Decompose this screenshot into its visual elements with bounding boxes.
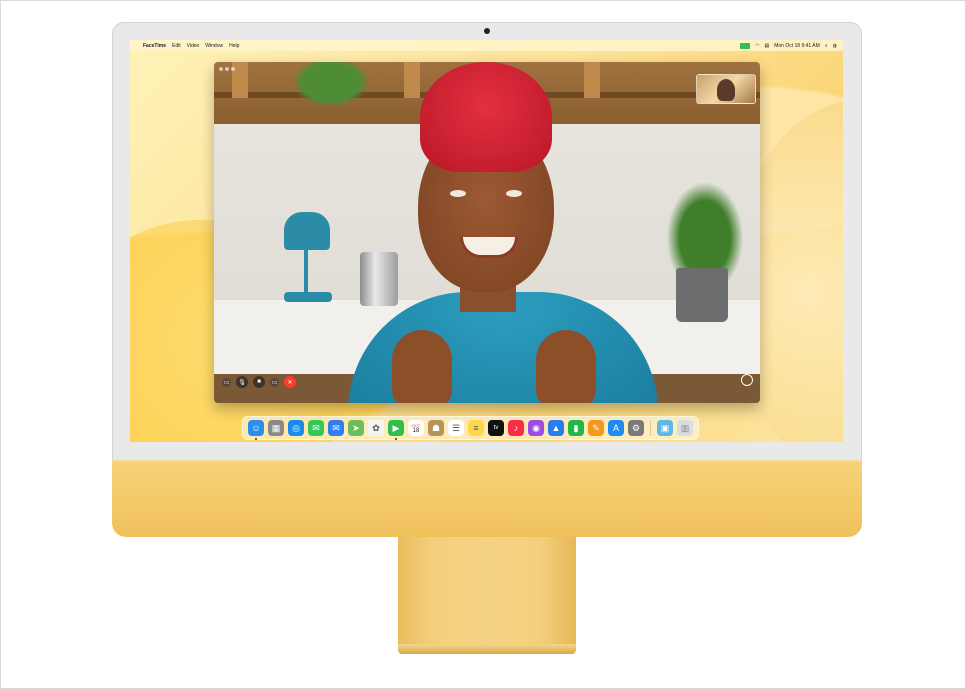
zoom-icon[interactable] bbox=[231, 67, 235, 71]
video-shelf-post bbox=[404, 62, 420, 98]
caller-headwrap bbox=[420, 62, 552, 172]
caller-hand bbox=[536, 330, 596, 403]
mute-button[interactable]: 🎙 bbox=[236, 376, 248, 388]
dock-mail-icon[interactable]: ✉ bbox=[328, 420, 344, 436]
dock-photos-icon[interactable]: ✿ bbox=[368, 420, 384, 436]
running-indicator bbox=[255, 438, 257, 440]
imac-stand-foot bbox=[398, 644, 576, 654]
menu-app-name[interactable]: FaceTime bbox=[143, 43, 166, 49]
imac-chin-seam bbox=[112, 460, 862, 462]
menu-help[interactable]: Help bbox=[229, 43, 239, 49]
caller-eye bbox=[450, 190, 466, 197]
caller-hand bbox=[392, 330, 452, 403]
dock-safari-icon[interactable]: ◎ bbox=[288, 420, 304, 436]
dock-app-store-icon[interactable]: A bbox=[608, 420, 624, 436]
menu-edit[interactable]: Edit bbox=[172, 43, 181, 49]
caller-eye bbox=[506, 190, 522, 197]
menu-bar: FaceTime Edit Video Window Help ◠ ▤ Mon … bbox=[130, 40, 843, 51]
camera-in-use-icon[interactable] bbox=[740, 42, 751, 49]
siri-icon[interactable]: ◍ bbox=[833, 43, 837, 49]
video-toggle-button[interactable]: ■ bbox=[253, 376, 265, 388]
video-plant-pot bbox=[676, 268, 728, 322]
dock-contacts-icon[interactable]: ☗ bbox=[428, 420, 444, 436]
running-indicator bbox=[395, 438, 397, 440]
imac-chin bbox=[112, 460, 862, 537]
menu-clock[interactable]: Mon Oct 18 9:41 AM bbox=[774, 43, 820, 49]
control-center-icon[interactable]: ▤ bbox=[764, 43, 769, 49]
dock-keynote-icon[interactable]: ▲ bbox=[548, 420, 564, 436]
dock-numbers-icon[interactable]: ▮ bbox=[568, 420, 584, 436]
call-controls: ▭ 🎙 ■ ▭ ✕ bbox=[222, 376, 301, 388]
video-kettle bbox=[360, 252, 398, 306]
dock-music-icon[interactable]: ♪ bbox=[508, 420, 524, 436]
calendar-day: 18 bbox=[412, 427, 420, 434]
dock-pages-icon[interactable]: ✎ bbox=[588, 420, 604, 436]
end-call-button[interactable]: ✕ bbox=[284, 376, 296, 388]
dock-maps-icon[interactable]: ➤ bbox=[348, 420, 364, 436]
screen: FaceTime Edit Video Window Help ◠ ▤ Mon … bbox=[130, 40, 843, 442]
capture-photo-icon[interactable] bbox=[741, 374, 753, 386]
dock-reminders-icon[interactable]: ☰ bbox=[448, 420, 464, 436]
dock-podcasts-icon[interactable]: ◉ bbox=[528, 420, 544, 436]
window-controls bbox=[219, 67, 237, 71]
dock-downloads-folder-icon[interactable]: ▣ bbox=[657, 420, 673, 436]
video-plant bbox=[660, 172, 750, 282]
minimize-icon[interactable] bbox=[225, 67, 229, 71]
close-icon[interactable] bbox=[219, 67, 223, 71]
dock-finder-icon[interactable]: ☺ bbox=[248, 420, 264, 440]
menu-window[interactable]: Window bbox=[205, 43, 223, 49]
video-shelf-post bbox=[584, 62, 600, 98]
menu-extras: ◠ ▤ Mon Oct 18 9:41 AM ⌕ ◍ bbox=[735, 42, 837, 49]
dock-separator bbox=[650, 420, 651, 436]
video-hanging-plant bbox=[286, 62, 376, 112]
facetime-window[interactable]: ▭ 🎙 ■ ▭ ✕ bbox=[214, 62, 760, 403]
dock-launchpad-icon[interactable]: ▦ bbox=[268, 420, 284, 436]
wifi-icon[interactable]: ◠ bbox=[755, 43, 759, 49]
video-lamp-stem bbox=[304, 248, 308, 293]
self-view-pip[interactable] bbox=[696, 74, 756, 104]
self-view-person bbox=[717, 79, 735, 101]
dock-notes-icon[interactable]: ≡ bbox=[468, 420, 484, 436]
dock-trash-icon[interactable]: ▥ bbox=[677, 420, 693, 436]
dock-facetime-icon[interactable]: ▶ bbox=[388, 420, 404, 440]
dock-calendar-icon[interactable]: OCT 18 bbox=[408, 420, 424, 436]
menu-video[interactable]: Video bbox=[187, 43, 200, 49]
video-lamp bbox=[284, 212, 330, 250]
screen-share-icon[interactable]: ▭ bbox=[270, 377, 279, 387]
search-icon[interactable]: ⌕ bbox=[825, 43, 828, 49]
video-lamp-base bbox=[284, 292, 332, 302]
sidebar-icon[interactable]: ▭ bbox=[222, 377, 231, 387]
dock-apple-tv-icon[interactable]: tv bbox=[488, 420, 504, 436]
dock-system-preferences-icon[interactable]: ⚙ bbox=[628, 420, 644, 436]
dock-messages-icon[interactable]: ✉ bbox=[308, 420, 324, 436]
camera-icon bbox=[484, 28, 490, 34]
imac-stand bbox=[398, 537, 576, 650]
dock: ☺ ▦ ◎ ✉ ✉ ➤ ✿ ▶ OCT 18 ☗ ☰ ≡ tv ♪ ◉ ▲ ▮ ✎ A ⚙ ▣ ▥ bbox=[242, 416, 699, 440]
